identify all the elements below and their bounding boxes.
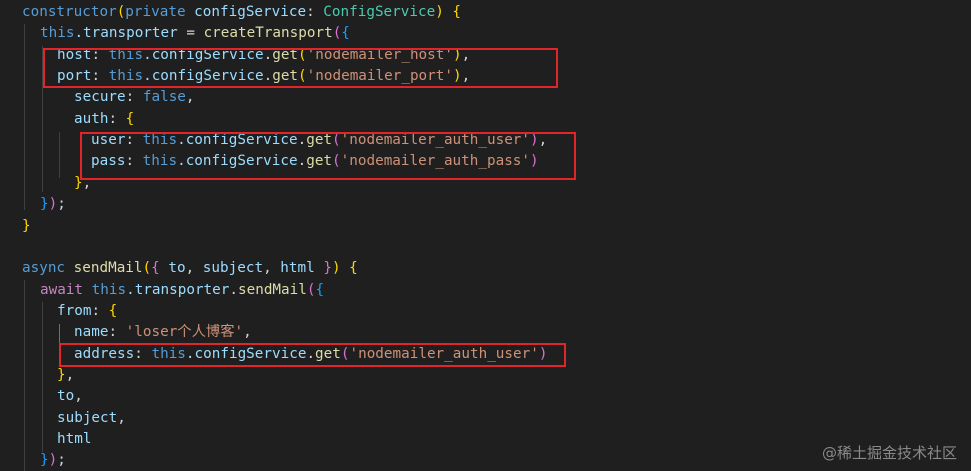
- code-line-21[interactable]: html: [0, 429, 91, 450]
- token-punct: ,: [74, 388, 83, 405]
- code-editor[interactable]: constructor(private configService: Confi…: [0, 0, 971, 471]
- token-punct: :: [108, 110, 126, 127]
- code-line-14[interactable]: await this.transporter.sendMail({: [0, 280, 324, 301]
- token-bracket: }: [40, 196, 49, 213]
- code-line-1[interactable]: constructor(private configService: Confi…: [0, 2, 461, 23]
- token-punct: ,: [185, 89, 195, 106]
- token-bracket: (: [332, 25, 342, 42]
- watermark: @稀土掘金技术社区: [821, 444, 957, 462]
- token-variable: to: [159, 260, 186, 277]
- token-bracket: }: [22, 217, 31, 234]
- token-bracket: ): [48, 452, 58, 469]
- token-function: sendMail: [238, 281, 307, 298]
- token-keyword: this: [91, 281, 127, 298]
- token-property: secure: [74, 89, 126, 106]
- token-variable: html: [280, 260, 315, 277]
- code-line-5[interactable]: secure: false,: [0, 87, 195, 108]
- token-bracket: {: [443, 4, 462, 20]
- token-string: 'loser个人博客': [125, 324, 244, 341]
- code-line-16[interactable]: name: 'loser个人博客',: [0, 322, 252, 343]
- code-line-11[interactable]: }: [0, 216, 31, 237]
- token-bracket: ): [331, 260, 341, 277]
- token-punct: ;: [57, 452, 66, 469]
- token-keyword: false: [142, 89, 186, 106]
- token-bracket: ): [48, 196, 58, 213]
- token-property: name: [74, 324, 109, 341]
- token-punct: :: [91, 302, 109, 319]
- token-keyword: async: [22, 260, 66, 277]
- token-punct: .: [229, 281, 238, 298]
- token-property: from: [57, 302, 92, 319]
- code-line-13[interactable]: async sendMail({ to, subject, html }) {: [0, 258, 358, 279]
- code-line-2[interactable]: this.transporter = createTransport({: [0, 23, 350, 44]
- token-variable: .transporter: [74, 25, 178, 42]
- token-punct: :: [108, 324, 126, 341]
- token-punct: ,: [243, 324, 252, 341]
- token-bracket: ): [435, 4, 444, 20]
- token-control-keyword: await: [40, 281, 84, 298]
- token-punct: ,: [117, 409, 126, 426]
- token-punct: ;: [57, 196, 66, 213]
- token-bracket: (: [116, 4, 126, 20]
- token-bracket: {: [108, 302, 118, 319]
- token-punct: ,: [65, 366, 75, 383]
- token-bracket: {: [340, 260, 358, 277]
- code-line-10[interactable]: });: [0, 194, 66, 215]
- token-bracket: }: [40, 452, 49, 469]
- token-bracket: {: [151, 260, 160, 277]
- token-punct: :: [125, 89, 143, 106]
- token-variable: subject: [202, 260, 264, 277]
- code-line-9[interactable]: },: [0, 173, 91, 194]
- token-bracket: {: [125, 110, 135, 127]
- token-punct: :: [306, 4, 324, 20]
- token-property: auth: [74, 110, 109, 127]
- token-variable: subject: [57, 409, 118, 426]
- token-bracket: }: [57, 366, 66, 383]
- token-keyword: private: [125, 4, 186, 20]
- code-line-15[interactable]: from: {: [0, 301, 117, 322]
- highlight-box-auth: [80, 132, 576, 180]
- token-bracket: {: [341, 25, 350, 42]
- token-function: createTransport: [203, 25, 333, 42]
- code-line-6[interactable]: auth: {: [0, 109, 134, 130]
- token-variable: to: [57, 388, 75, 405]
- token-keyword: constructor: [22, 4, 117, 20]
- code-line-20[interactable]: subject,: [0, 408, 126, 429]
- token-bracket: (: [142, 260, 152, 277]
- token-keyword: this: [40, 25, 75, 42]
- highlight-box-address: [59, 343, 566, 367]
- token-function: sendMail: [73, 260, 143, 277]
- token-bracket: }: [323, 260, 332, 277]
- token-variable: configService: [185, 4, 307, 20]
- token-bracket: {: [315, 281, 325, 298]
- token-operator: =: [177, 25, 204, 42]
- code-line-19[interactable]: to,: [0, 386, 83, 407]
- code-line-18[interactable]: },: [0, 365, 74, 386]
- highlight-box-host-port: [43, 48, 558, 88]
- token-variable: html: [57, 431, 92, 447]
- token-variable: .transporter: [126, 281, 230, 298]
- token-punct: ,: [185, 260, 203, 277]
- code-line-22[interactable]: });: [0, 450, 66, 471]
- token-type: ConfigService: [323, 4, 436, 20]
- token-punct: ,: [263, 260, 281, 277]
